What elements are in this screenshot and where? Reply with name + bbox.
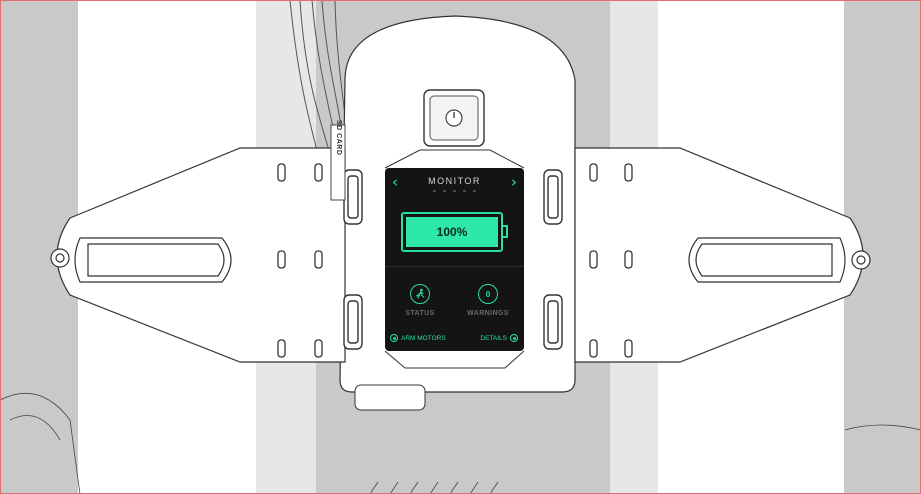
radio-icon — [390, 334, 398, 342]
device-screen: ‹ MONITOR › 100% STATUS 0 WARNINGS ARM M — [385, 168, 524, 351]
chevron-right-icon[interactable]: › — [506, 172, 522, 192]
divider — [385, 266, 524, 267]
warnings-count-badge: 0 — [478, 284, 498, 304]
details-button[interactable]: DETAILS — [480, 332, 518, 344]
battery-percent: 100% — [436, 225, 468, 239]
page-dot — [463, 190, 466, 192]
page-dot — [433, 190, 436, 192]
radio-icon — [510, 334, 518, 342]
status-label: STATUS — [405, 310, 435, 317]
page-title: MONITOR — [428, 176, 481, 186]
chevron-left-icon[interactable]: ‹ — [387, 172, 403, 192]
running-person-icon — [410, 284, 430, 304]
page-dot — [473, 190, 476, 192]
warnings-label: WARNINGS — [467, 310, 509, 317]
warnings-widget[interactable]: 0 WARNINGS — [458, 284, 518, 317]
screen-header: ‹ MONITOR › — [385, 168, 524, 196]
page-dot — [443, 190, 446, 192]
power-button[interactable] — [423, 89, 485, 147]
sd-card-label: SD CARD — [335, 120, 342, 156]
page-dot — [453, 190, 456, 192]
battery-indicator: 100% — [401, 212, 503, 252]
page-indicator — [433, 190, 476, 193]
arm-motors-button[interactable]: ARM MOTORS — [390, 332, 446, 344]
battery-tip — [503, 225, 508, 238]
status-widget[interactable]: STATUS — [390, 284, 450, 317]
details-label: DETAILS — [480, 334, 507, 342]
arm-motors-label: ARM MOTORS — [401, 334, 446, 342]
